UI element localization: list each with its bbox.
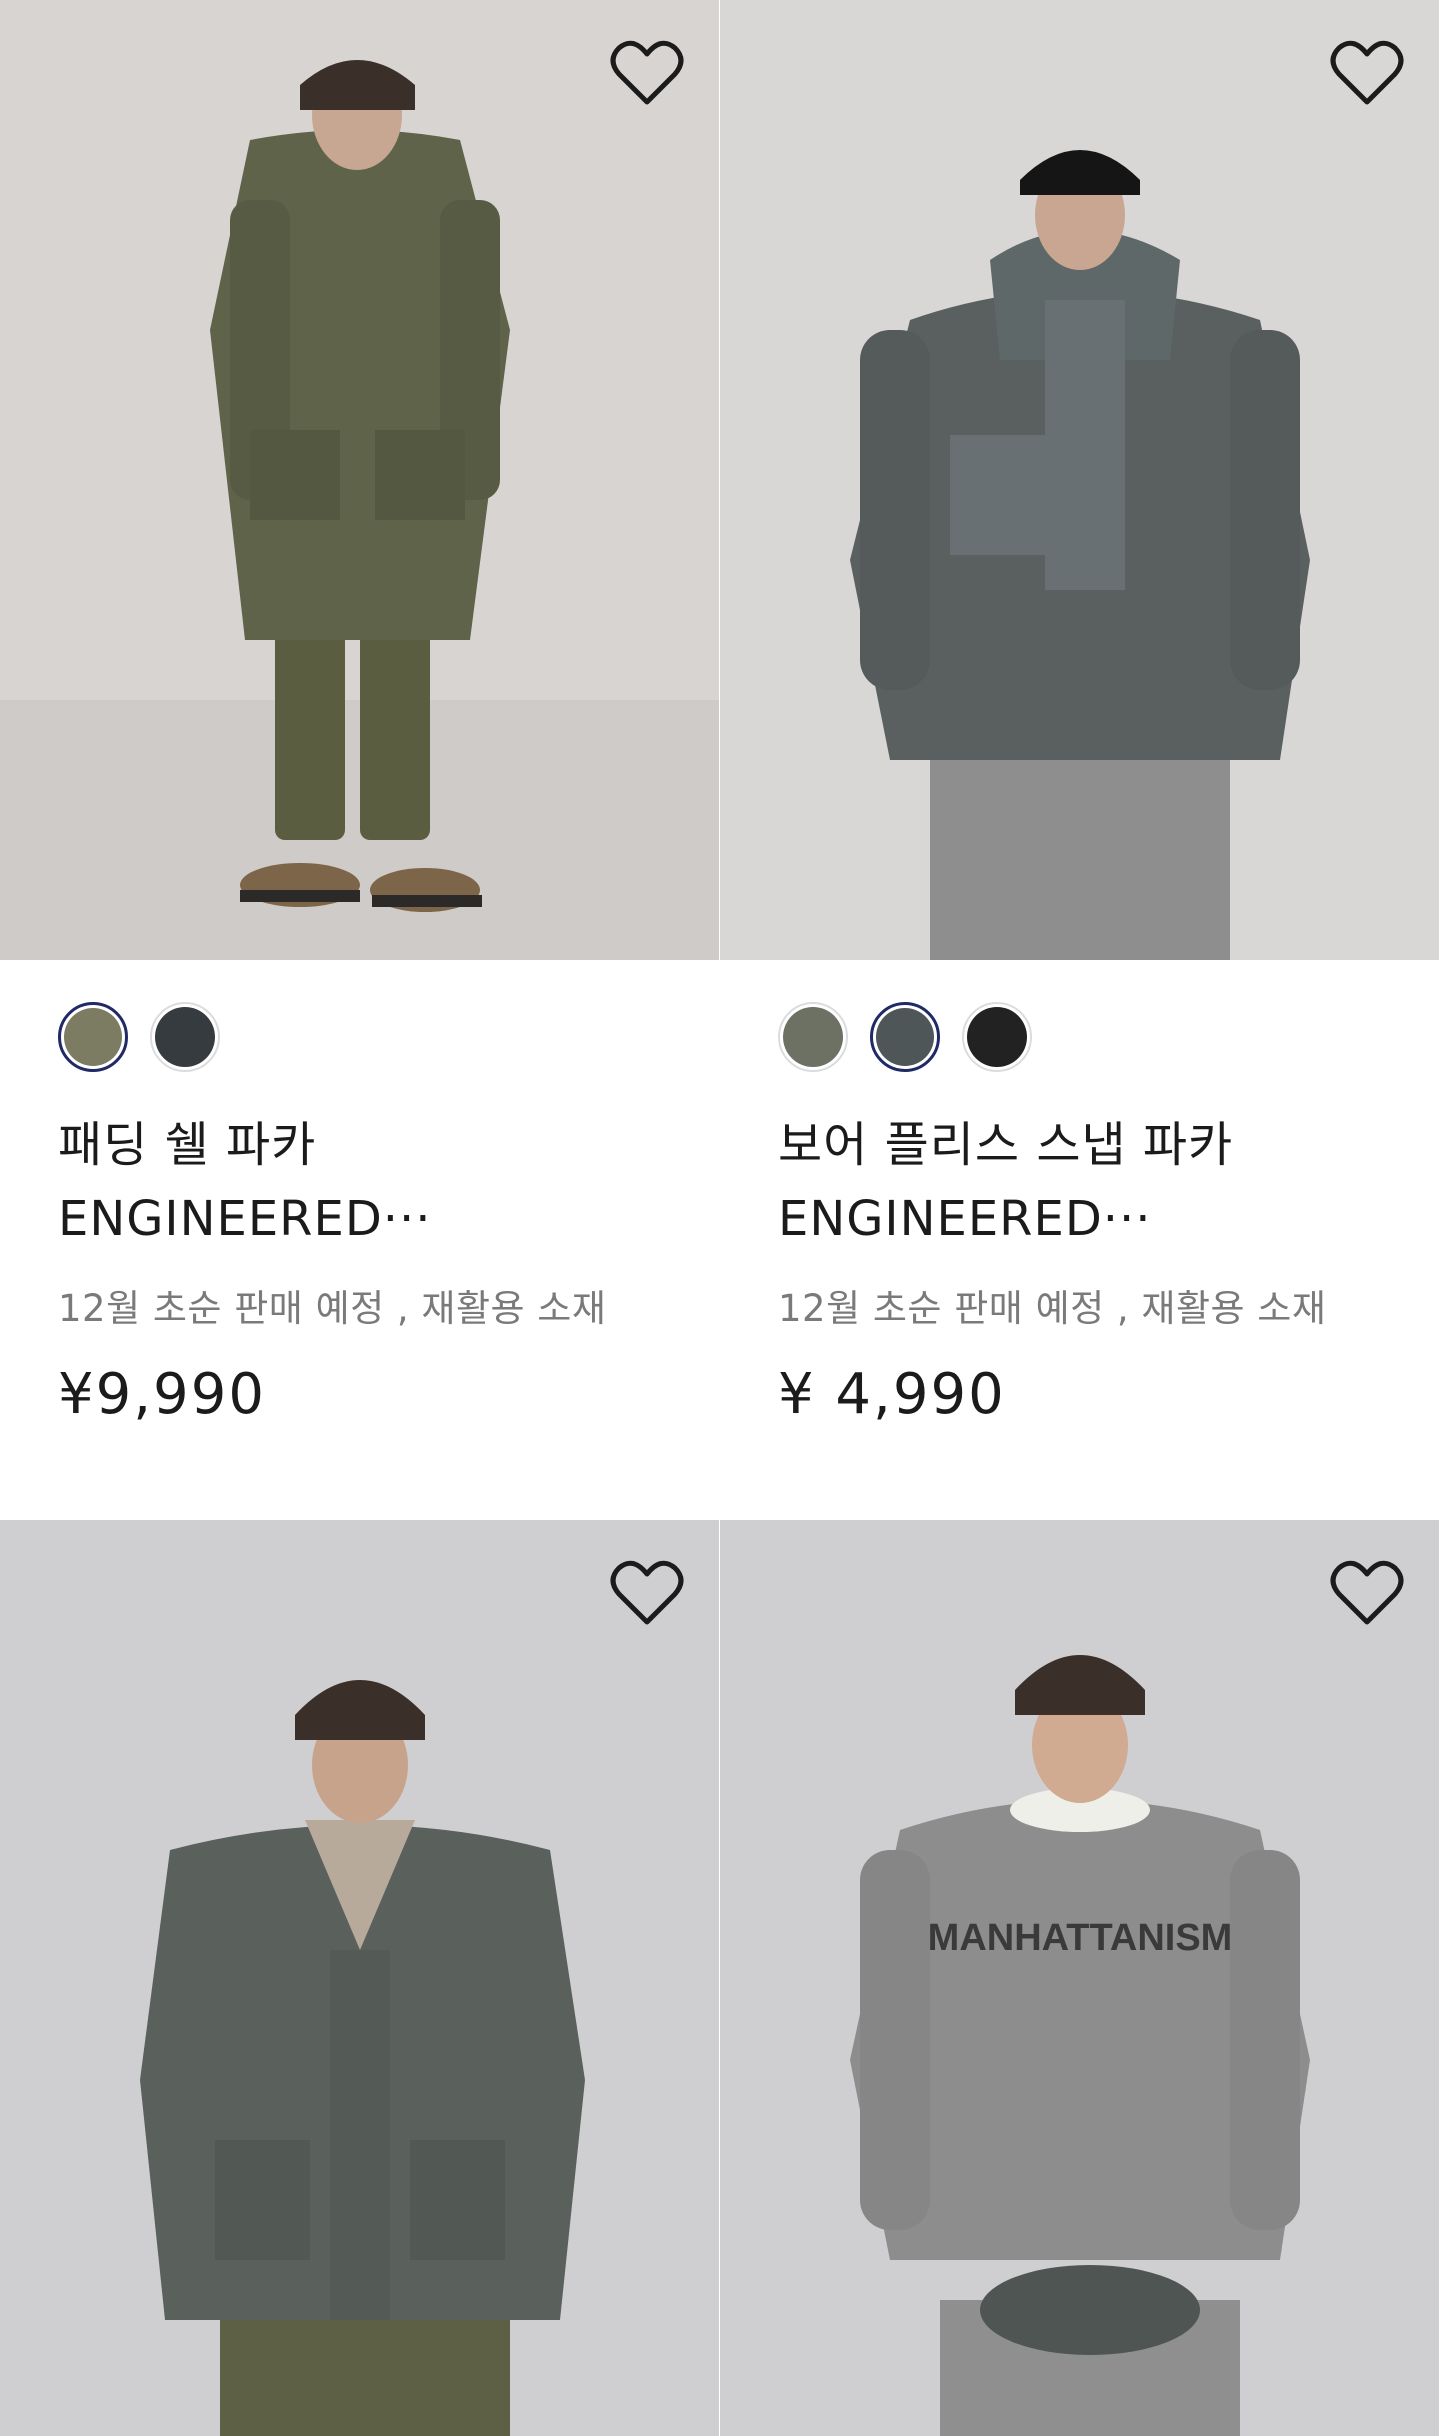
product-name-line1[interactable]: 보어 플리스 스냅 파카 <box>778 1117 1233 1173</box>
favorite-heart-icon[interactable] <box>609 38 685 108</box>
product-image[interactable]: MANHATTANISM <box>720 1520 1439 2436</box>
product-photo-sweatshirt: MANHATTANISM <box>720 1520 1439 2436</box>
color-swatch-navy[interactable] <box>150 1002 220 1072</box>
product-photo-padding-parka <box>0 0 719 960</box>
swatch-color <box>155 1007 215 1067</box>
color-swatch-olive[interactable] <box>58 1002 128 1072</box>
product-card[interactable] <box>0 1520 719 2436</box>
product-image[interactable] <box>0 0 719 960</box>
product-price: ¥ 4,990 <box>778 1362 1006 1427</box>
product-name[interactable]: 보어 플리스 스냅 파카 ENGINEERED··· <box>778 1108 1383 1256</box>
swatch-color <box>783 1007 843 1067</box>
product-card[interactable]: MANHATTANISM <box>720 1520 1439 2436</box>
product-card[interactable]: 패딩 쉘 파카 ENGINEERED··· 12월 초순 판매 예정 , 재활용… <box>0 0 719 1520</box>
product-image[interactable] <box>0 1520 719 2436</box>
color-swatch-gray[interactable] <box>870 1002 940 1072</box>
product-image[interactable] <box>720 0 1439 960</box>
product-name-line1[interactable]: 패딩 쉘 파카 <box>58 1117 316 1173</box>
swatch-color <box>876 1008 934 1066</box>
product-photo-cable-cardigan <box>0 1520 719 2436</box>
favorite-heart-icon[interactable] <box>609 1558 685 1628</box>
swatch-color <box>967 1007 1027 1067</box>
product-info: 패딩 쉘 파카 ENGINEERED··· 12월 초순 판매 예정 , 재활용… <box>0 960 719 1520</box>
product-name[interactable]: 패딩 쉘 파카 ENGINEERED··· <box>58 1108 663 1256</box>
availability-note: 12월 초순 판매 예정 , 재활용 소재 <box>778 1287 1327 1330</box>
favorite-heart-icon[interactable] <box>1329 1558 1405 1628</box>
availability-note: 12월 초순 판매 예정 , 재활용 소재 <box>58 1287 607 1330</box>
color-swatches <box>778 1000 1383 1074</box>
product-name-line2[interactable]: ENGINEERED··· <box>778 1182 1383 1256</box>
product-photo-fleece-parka <box>720 0 1439 960</box>
color-swatches <box>58 1000 663 1074</box>
product-price: ¥9,990 <box>58 1362 266 1427</box>
favorite-heart-icon[interactable] <box>1329 38 1405 108</box>
color-swatch-olive[interactable] <box>778 1002 848 1072</box>
color-swatch-black[interactable] <box>962 1002 1032 1072</box>
product-grid: 패딩 쉘 파카 ENGINEERED··· 12월 초순 판매 예정 , 재활용… <box>0 0 1439 2436</box>
print-text: MANHATTANISM <box>928 1917 1233 1959</box>
product-info: 보어 플리스 스냅 파카 ENGINEERED··· 12월 초순 판매 예정 … <box>720 960 1439 1520</box>
swatch-color <box>64 1008 122 1066</box>
product-card[interactable]: 보어 플리스 스냅 파카 ENGINEERED··· 12월 초순 판매 예정 … <box>720 0 1439 1520</box>
product-name-line2[interactable]: ENGINEERED··· <box>58 1182 663 1256</box>
